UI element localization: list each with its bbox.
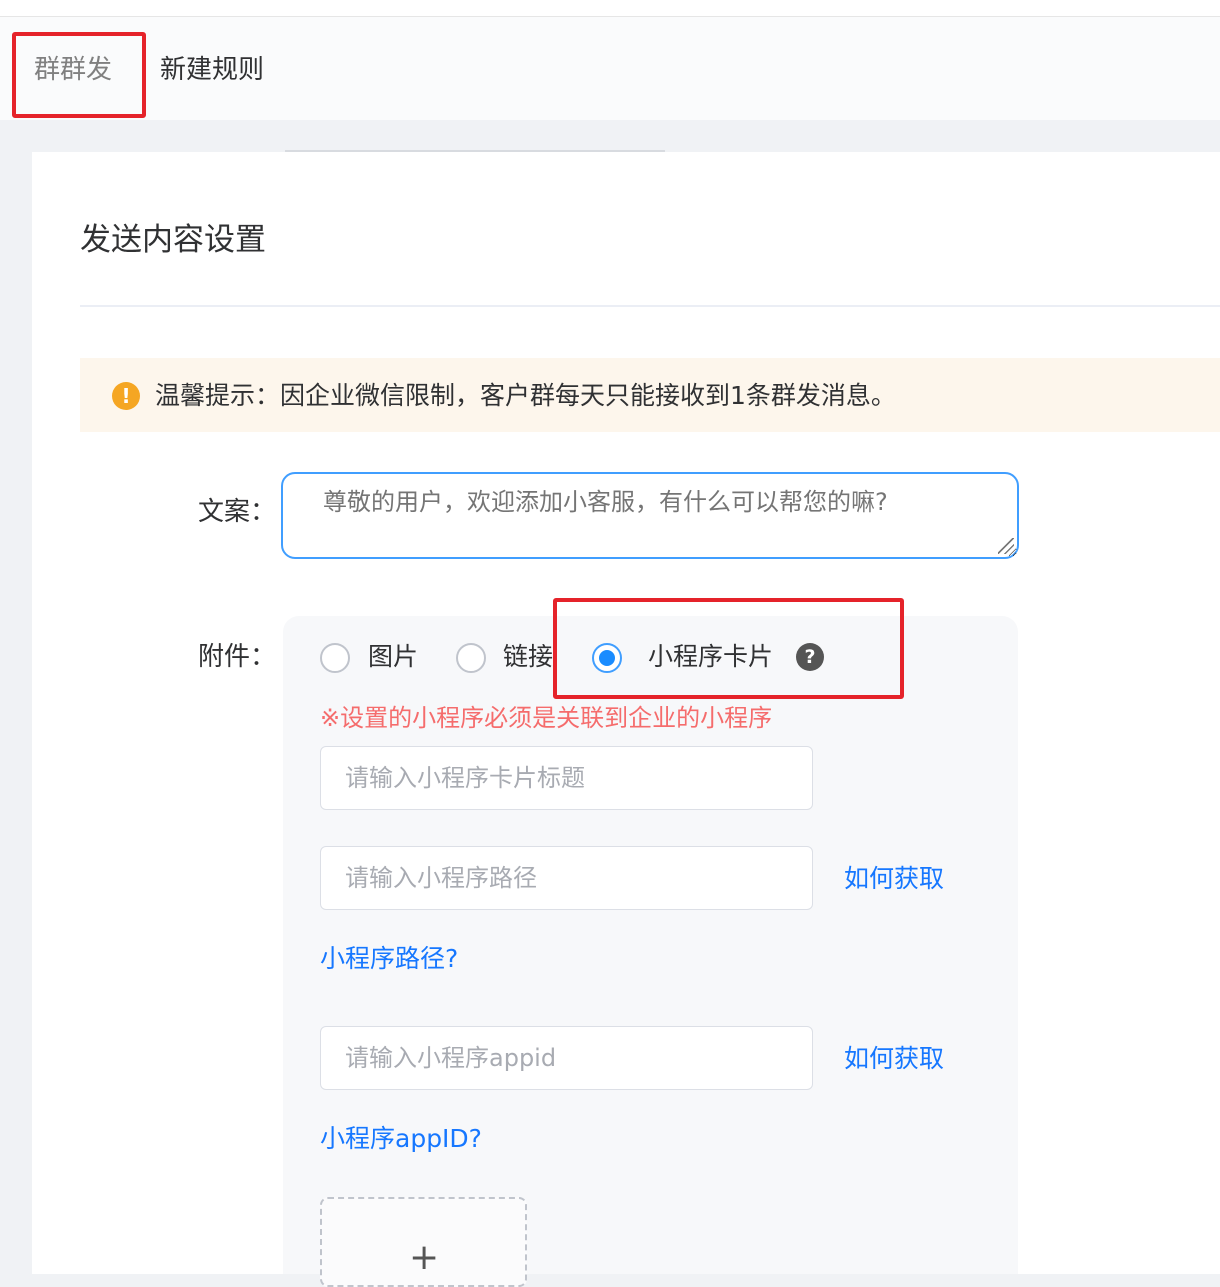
resize-handle-icon[interactable]: [998, 538, 1014, 554]
tab-indicator: [285, 150, 665, 152]
plus-icon: +: [409, 1237, 440, 1278]
section-divider: [80, 305, 1220, 307]
top-bar: [0, 0, 1220, 17]
radio-link[interactable]: [456, 643, 486, 673]
appid-how-to-get-link[interactable]: 如何获取: [844, 1044, 944, 1074]
breadcrumb-item-new-rule: 新建规则: [160, 55, 265, 85]
annotation-highlight-box: [12, 32, 146, 118]
path-how-to-get-link[interactable]: 如何获取: [844, 864, 944, 894]
section-title: 发送内容设置: [80, 222, 266, 258]
annotation-highlight-box-2: [553, 598, 904, 699]
appid-question-link[interactable]: 小程序appID?: [320, 1124, 482, 1154]
miniprogram-path-input[interactable]: [320, 846, 813, 910]
tip-text: 温馨提示：因企业微信限制，客户群每天只能接收到1条群发消息。: [155, 381, 896, 410]
path-question-link[interactable]: 小程序路径?: [320, 944, 458, 974]
attachment-label: 附件：: [198, 642, 277, 672]
copy-textarea[interactable]: [281, 472, 1019, 559]
miniprogram-warning: ※设置的小程序必须是关联到企业的小程序: [320, 704, 773, 732]
miniprogram-title-input[interactable]: [320, 746, 813, 810]
radio-link-label[interactable]: 链接: [503, 642, 553, 672]
miniprogram-appid-input[interactable]: [320, 1026, 813, 1090]
exclamation-icon: !: [112, 382, 140, 410]
copy-label: 文案：: [198, 497, 277, 527]
radio-image[interactable]: [320, 643, 350, 673]
radio-image-label[interactable]: 图片: [368, 642, 418, 672]
